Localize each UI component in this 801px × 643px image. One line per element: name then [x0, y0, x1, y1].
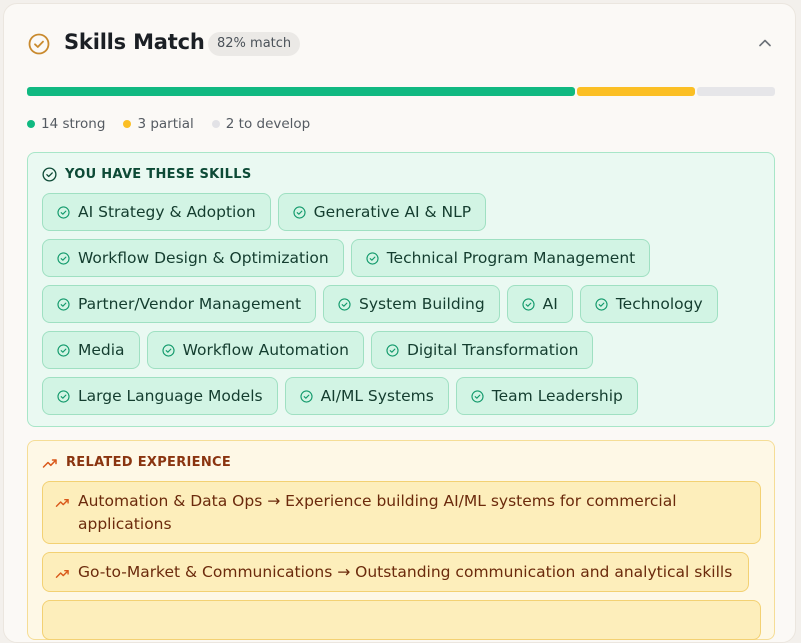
progress-strong-segment: [27, 87, 576, 96]
check-circle-icon: [57, 251, 70, 265]
related-heading-label: RELATED EXPERIENCE: [66, 455, 232, 470]
skill-chip[interactable]: Media: [42, 331, 140, 369]
progress-partial-segment: [577, 87, 695, 96]
skill-chip-label: AI/ML Systems: [320, 387, 434, 405]
check-circle-icon: [366, 251, 379, 265]
check-circle-icon: [161, 343, 175, 357]
check-circle-icon: [471, 389, 484, 403]
skill-chip[interactable]: Digital Transformation: [370, 331, 594, 369]
check-circle-icon: [293, 205, 306, 219]
check-circle-icon: [522, 297, 535, 311]
check-circle-icon: [57, 297, 70, 311]
skill-chip-label: Technology: [615, 295, 703, 313]
check-circle-icon: [57, 343, 70, 357]
skill-chip-label: Large Language Models: [78, 387, 263, 405]
trending-up-icon: [55, 570, 69, 578]
skill-chip-label: Workflow Automation: [182, 341, 349, 359]
skill-chip-label: Digital Transformation: [406, 341, 579, 359]
skill-chip-label: Technical Program Management: [386, 249, 636, 267]
related-experience-text: Go-to-Market & Communications → Outstand…: [78, 563, 733, 581]
related-experience-item[interactable]: Automation & Data Ops → Experience build…: [42, 481, 761, 544]
skills-heading-label: YOU HAVE THESE SKILLS: [65, 167, 252, 182]
skill-chip[interactable]: AI/ML Systems: [284, 377, 449, 415]
skill-chip[interactable]: AI: [506, 285, 573, 323]
trending-up-icon: [55, 499, 69, 507]
related-experience-text: Automation & Data Ops → Experience build…: [78, 492, 677, 533]
check-circle-icon: [28, 33, 50, 55]
skill-chip[interactable]: Workflow Design & Optimization: [42, 239, 344, 277]
strong-dot-icon: [27, 120, 35, 128]
skill-chip-list: AI Strategy & Adoption Generative AI & N…: [42, 193, 762, 415]
check-circle-icon: [595, 297, 608, 311]
skills-heading: YOU HAVE THESE SKILLS: [42, 167, 252, 182]
skill-chip[interactable]: Technology: [579, 285, 718, 323]
skill-chip[interactable]: Generative AI & NLP: [277, 193, 487, 231]
related-heading: RELATED EXPERIENCE: [42, 455, 231, 470]
check-circle-icon: [42, 167, 57, 182]
skills-panel: YOU HAVE THESE SKILLS AI Strategy & Adop…: [27, 152, 775, 427]
check-circle-icon: [386, 343, 399, 357]
legend-strong-label: 14 strong: [41, 116, 106, 132]
related-experience-panel: RELATED EXPERIENCE Automation & Data Ops…: [27, 440, 775, 640]
legend-develop-label: 2 to develop: [225, 116, 311, 132]
check-circle-icon: [299, 389, 313, 403]
skill-chip[interactable]: Team Leadership: [455, 377, 638, 415]
legend-develop: 2 to develop: [211, 116, 311, 132]
skill-chip-label: AI: [542, 295, 558, 313]
skill-chip-label: Generative AI & NLP: [313, 203, 472, 221]
skill-chip-label: System Building: [359, 295, 485, 313]
skill-chip[interactable]: Technical Program Management: [350, 239, 651, 277]
page-title: Skills Match: [64, 30, 205, 54]
check-circle-icon: [57, 205, 70, 219]
skill-chip-label: Media: [78, 341, 125, 359]
card-header: Skills Match 82% match: [4, 4, 795, 88]
trending-up-icon: [42, 458, 57, 468]
develop-dot-icon: [211, 120, 220, 128]
skill-chip[interactable]: Large Language Models: [42, 377, 278, 415]
skill-chip-label: Partner/Vendor Management: [78, 295, 302, 313]
partial-dot-icon: [123, 120, 132, 128]
skill-chip[interactable]: Partner/Vendor Management: [42, 285, 317, 323]
check-circle-icon: [57, 389, 70, 403]
skill-chip-label: Workflow Design & Optimization: [78, 249, 329, 267]
skill-chip[interactable]: System Building: [323, 285, 500, 323]
skill-chip[interactable]: Workflow Automation: [146, 331, 364, 369]
match-progress-bar: [27, 87, 775, 96]
legend-strong: 14 strong: [27, 116, 105, 132]
match-badge: 82% match: [208, 32, 301, 56]
legend-partial-label: 3 partial: [137, 116, 194, 132]
related-experience-item[interactable]: [42, 600, 761, 640]
skill-chip[interactable]: AI Strategy & Adoption: [42, 193, 271, 231]
skill-chip-label: AI Strategy & Adoption: [78, 203, 256, 221]
progress-legend: 14 strong 3 partial 2 to develop: [27, 116, 310, 132]
progress-develop-segment: [696, 87, 775, 96]
related-experience-item[interactable]: Go-to-Market & Communications → Outstand…: [42, 552, 749, 592]
check-circle-icon: [338, 297, 351, 311]
skill-chip-label: Team Leadership: [491, 387, 623, 405]
legend-partial: 3 partial: [123, 116, 194, 132]
chevron-up-icon[interactable]: [754, 32, 776, 54]
skills-match-card: Skills Match 82% match 14 strong 3 parti…: [3, 3, 796, 643]
